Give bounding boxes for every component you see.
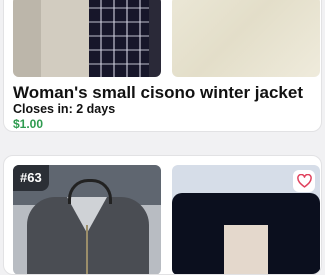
lot-number-badge: #63 [13,165,49,191]
closes-label: Closes in: [13,102,73,116]
listing-title[interactable]: Woman's small cisono winter jacket [13,83,303,103]
closes-value: 2 days [76,102,116,116]
heart-outline-icon[interactable] [293,170,315,192]
listing-card[interactable]: #63 [3,155,322,275]
listing-photo[interactable]: #63 [13,165,161,274]
listing-photo[interactable] [13,0,161,77]
closing-time: Closes in: 2 days [13,102,115,116]
listing-price: $1.00 [13,117,44,131]
listing-card[interactable]: Woman's small cisono winter jacket Close… [3,0,322,132]
listing-photo[interactable] [172,0,320,77]
listing-photo[interactable] [172,165,320,274]
